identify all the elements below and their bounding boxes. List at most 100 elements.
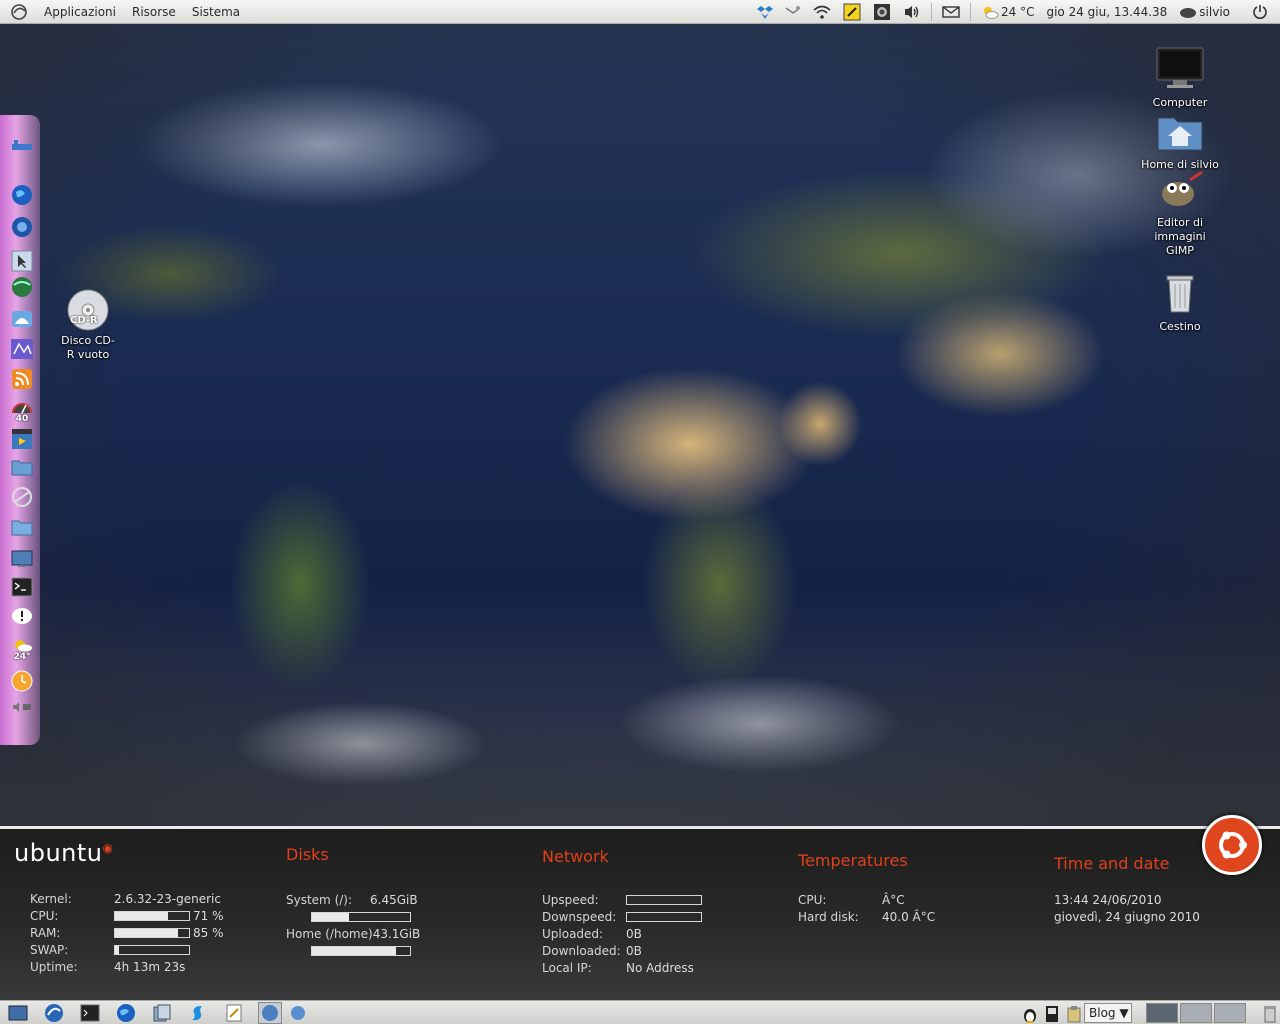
home-disk-label: Home (/home) xyxy=(286,926,373,941)
menu-risorse[interactable]: Risorse xyxy=(124,0,184,24)
camera-icon[interactable] xyxy=(867,0,897,24)
desktop-icon-gimp[interactable]: Editor di immagini GIMP xyxy=(1140,170,1220,258)
desktop-icon-computer[interactable]: Computer xyxy=(1140,46,1220,110)
dropbox-icon[interactable] xyxy=(751,0,779,24)
terminal-launcher-icon[interactable] xyxy=(78,1002,102,1024)
uptime-value: 4h 13m 23s xyxy=(114,959,186,974)
tux-icon[interactable] xyxy=(1018,1003,1042,1024)
time-section: Time and date 13:44 24/06/2010 giovedì, … xyxy=(1054,854,1200,925)
disks-title: Disks xyxy=(286,845,329,864)
home-disk-bar-fill xyxy=(312,946,397,955)
swap-bar-fill xyxy=(115,945,119,954)
hdd-temp-row: Hard disk: 40.0 Â°C xyxy=(798,908,935,925)
temperatures-title: Temperatures xyxy=(798,851,908,870)
ubuntu-circle-icon xyxy=(1202,815,1262,875)
left-dock: 40 24° xyxy=(0,115,40,745)
terminal-icon[interactable] xyxy=(10,575,34,599)
blog-dropdown[interactable]: Blog ▼ xyxy=(1084,1003,1132,1023)
cpu-row: CPU: 71 % xyxy=(30,907,224,924)
tray-divider xyxy=(931,3,932,21)
hdd-temp-value: 40.0 Â°C xyxy=(882,909,936,924)
trash-icon xyxy=(1140,270,1220,318)
date-line: giovedì, 24 giugno 2010 xyxy=(1054,909,1200,924)
folder-icon[interactable] xyxy=(10,515,34,539)
world-app-icon[interactable] xyxy=(10,275,34,299)
desktop-icon-trash[interactable]: Cestino xyxy=(1140,270,1220,334)
volume-icon[interactable] xyxy=(897,0,927,24)
media-icon[interactable] xyxy=(10,337,34,361)
notes-icon[interactable] xyxy=(837,0,867,24)
network-monitor-icon[interactable] xyxy=(10,133,34,157)
desktop-icon-label: Disco CD-R vuoto xyxy=(61,334,115,361)
notification-icon[interactable] xyxy=(10,605,34,629)
home-disk-value: 43.1GiB xyxy=(372,926,421,941)
browser-launcher-icon[interactable] xyxy=(42,1002,66,1024)
text-editor-launcher-icon[interactable] xyxy=(222,1002,246,1024)
blog-dropdown-label: Blog ▼ xyxy=(1089,1006,1129,1020)
downloaded-value: 0B xyxy=(626,943,642,958)
active-window-icon[interactable] xyxy=(258,1001,282,1024)
kernel-label: Kernel: xyxy=(30,891,72,906)
mail-notify-icon[interactable] xyxy=(779,0,807,24)
dock-weather-value: 24° xyxy=(13,652,31,662)
pointer-app-icon[interactable] xyxy=(10,249,34,273)
globe-icon[interactable] xyxy=(10,183,34,207)
clipboard-icon[interactable] xyxy=(1062,1003,1086,1024)
mail-icon[interactable] xyxy=(936,0,966,24)
uploaded-row: Uploaded: 0B xyxy=(542,925,702,942)
docky-icon[interactable] xyxy=(10,307,34,331)
system-disk-row: System (/): 6.45GiB xyxy=(286,891,420,908)
dock-volume-icon[interactable] xyxy=(10,695,34,719)
weather-temperature[interactable]: 24 °C xyxy=(1001,0,1040,24)
weather-sun-icon[interactable] xyxy=(975,0,1001,24)
globe-small-icon[interactable] xyxy=(286,1002,310,1024)
desktop-icon-home[interactable]: Home di silvio xyxy=(1140,112,1220,172)
user-name[interactable]: silvio xyxy=(1199,0,1236,24)
menu-applicazioni[interactable]: Applicazioni xyxy=(36,0,124,24)
video-editor-icon[interactable] xyxy=(10,427,34,451)
network-section: Network Upspeed: Downspeed: Uploaded: 0B… xyxy=(542,847,702,976)
folder-icon[interactable] xyxy=(10,455,34,479)
user-status-icon[interactable] xyxy=(1173,0,1199,24)
system-section: Kernel: 2.6.32-23-generic CPU: 71 % RAM:… xyxy=(30,890,224,975)
network-title: Network xyxy=(542,847,609,866)
clock[interactable]: gio 24 giu, 13.44.38 xyxy=(1040,0,1173,24)
power-icon[interactable] xyxy=(1246,0,1274,24)
dock-weather-icon[interactable]: 24° xyxy=(10,637,34,663)
workspace-2[interactable] xyxy=(1180,1003,1212,1023)
files-launcher-icon[interactable] xyxy=(150,1002,174,1024)
system-disk-bar-row xyxy=(286,908,420,925)
uploaded-label: Uploaded: xyxy=(542,926,604,941)
skype-launcher-icon[interactable] xyxy=(186,1002,210,1024)
cpu-value: 71 % xyxy=(193,908,224,923)
workspace-switcher xyxy=(1144,1003,1246,1023)
downloaded-row: Downloaded: 0B xyxy=(542,942,702,959)
app-logo-icon[interactable] xyxy=(8,1,30,23)
device-icon[interactable] xyxy=(1040,1003,1064,1024)
clock-app-icon[interactable] xyxy=(10,669,34,693)
ubuntu-one-icon[interactable] xyxy=(10,485,34,509)
trash-applet-icon[interactable] xyxy=(1258,1003,1280,1024)
brand-text: ubuntu xyxy=(14,839,103,867)
display-icon[interactable] xyxy=(10,547,34,571)
rss-icon[interactable] xyxy=(10,367,34,391)
gauge-icon[interactable]: 40 xyxy=(10,397,34,427)
wifi-icon[interactable] xyxy=(807,0,837,24)
kernel-row: Kernel: 2.6.32-23-generic xyxy=(30,890,224,907)
show-desktop-icon[interactable] xyxy=(6,1002,30,1024)
globe-launcher-icon[interactable] xyxy=(114,1002,138,1024)
local-ip-label: Local IP: xyxy=(542,960,592,975)
home-disk-bar-row xyxy=(286,942,420,959)
system-tray: 24 °C gio 24 giu, 13.44.38 silvio xyxy=(751,0,1280,24)
time-line: 13:44 24/06/2010 xyxy=(1054,892,1162,907)
browser-icon[interactable] xyxy=(10,215,34,239)
desktop-wallpaper: Computer Home di silvio Editor di immagi… xyxy=(0,24,1280,828)
home-folder-icon xyxy=(1140,112,1220,156)
workspace-1[interactable] xyxy=(1146,1003,1178,1023)
workspace-3[interactable] xyxy=(1214,1003,1246,1023)
menu-sistema[interactable]: Sistema xyxy=(184,0,248,24)
desktop-icon-cdr[interactable]: CD-R Disco CD-R vuoto xyxy=(48,288,128,362)
home-disk-row: Home (/home) 43.1GiB xyxy=(286,925,420,942)
ram-label: RAM: xyxy=(30,925,61,940)
downspeed-row: Downspeed: xyxy=(542,908,702,925)
